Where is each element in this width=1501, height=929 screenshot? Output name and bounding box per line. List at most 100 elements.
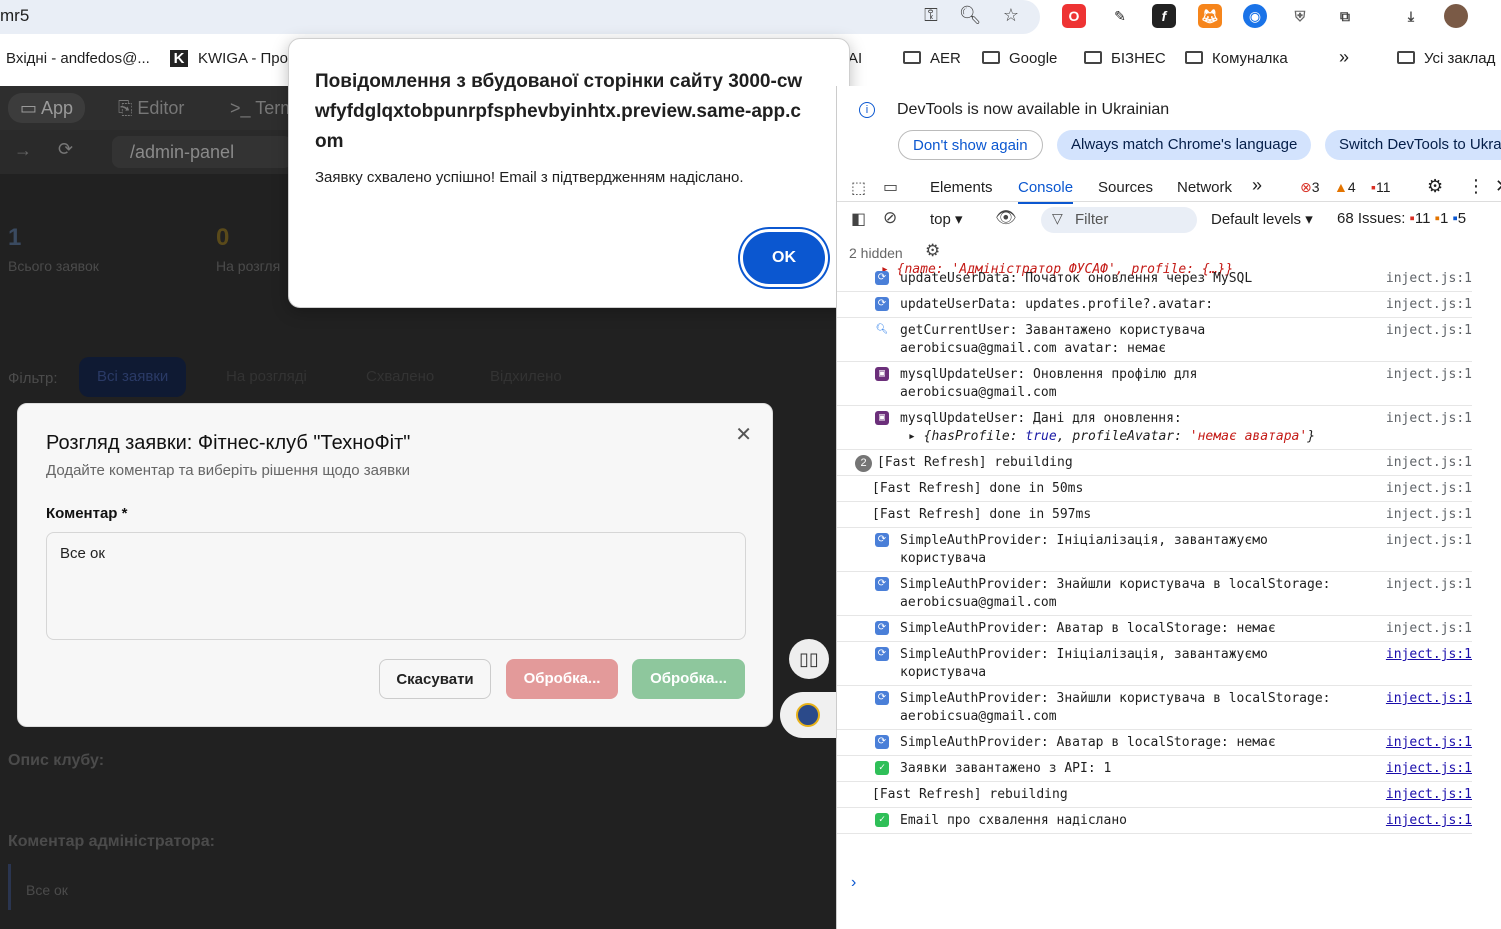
console-toolbar: ◧ ⊘ top ▾ 👁︎ Filter ▽ Default levels ▾ 6… [837, 204, 1501, 234]
sidebar-toggle-icon[interactable]: ◧ [851, 209, 866, 229]
filter-pending[interactable]: На розгляді [208, 357, 325, 397]
shield-ext-icon[interactable]: ⛨ [1288, 4, 1312, 28]
log-source-link[interactable]: inject.js:1 [1386, 646, 1472, 664]
opera-ext-icon[interactable]: O [1062, 4, 1086, 28]
log-source-link[interactable]: inject.js:1 [1386, 690, 1472, 708]
book-icon[interactable]: ▯▯ [789, 639, 829, 679]
reject-button[interactable]: Обробка... [506, 659, 618, 699]
circle-ext-icon[interactable]: ◉ [1243, 4, 1267, 28]
log-text: updateUserData: updates.profile?.avatar: [900, 297, 1214, 312]
close-icon[interactable]: ✕ [735, 422, 752, 447]
issues-count[interactable]: ▪11 [1371, 179, 1391, 195]
console-settings-icon[interactable]: ⚙ [925, 241, 940, 261]
switch-language-button[interactable]: Switch DevTools to Ukra [1325, 130, 1501, 160]
avatar[interactable] [1444, 4, 1468, 28]
log-source-link[interactable]: inject.js:1 [1386, 270, 1472, 288]
approve-button[interactable]: Обробка... [632, 659, 745, 699]
error-icon: ⊗ [1300, 179, 1312, 195]
metamask-ext-icon[interactable]: 🦊︎ [1198, 4, 1222, 28]
match-language-button[interactable]: Always match Chrome's language [1057, 130, 1312, 160]
log-object[interactable]: ▸ {hasProfile: true, profileAvatar: 'нем… [900, 428, 1342, 446]
close-devtools-icon[interactable]: ✕ [1495, 176, 1501, 197]
console-prompt-icon[interactable]: › [851, 874, 856, 892]
info-icon: i [859, 102, 875, 118]
eye-icon[interactable]: 👁︎ [995, 208, 1017, 228]
bookmark-google[interactable]: Google [982, 50, 1057, 67]
bookmark-kwiga[interactable]: K KWIGA - Про [170, 50, 288, 67]
bookmark-all[interactable]: Усі заклад [1397, 50, 1495, 67]
warning-count[interactable]: ▲4 [1334, 179, 1356, 195]
comment-accent [8, 864, 11, 910]
tab-network[interactable]: Network [1177, 179, 1232, 196]
key-icon[interactable]: ⚿ [919, 5, 943, 26]
tab-console[interactable]: Console [1018, 179, 1074, 204]
tab-sources[interactable]: Sources [1098, 179, 1153, 196]
cancel-button[interactable]: Скасувати [379, 659, 491, 699]
context-select[interactable]: top ▾ [930, 210, 963, 228]
tab-app[interactable]: ▭ App [8, 93, 86, 123]
more-tabs-icon[interactable]: » [1252, 175, 1262, 196]
log-source-link[interactable]: inject.js:1 [1386, 576, 1472, 594]
bookmark-aer[interactable]: AER [903, 50, 961, 67]
log-source-link[interactable]: inject.js:1 [1386, 734, 1472, 752]
log-source-link[interactable]: inject.js:1 [1386, 812, 1472, 830]
log-text: mysqlUpdateUser: Дані для оновлення: [900, 411, 1182, 426]
console-filter-input[interactable]: Filter [1041, 207, 1197, 233]
bookmark-utilities[interactable]: Комуналка [1185, 50, 1288, 67]
levels-select[interactable]: Default levels ▾ [1211, 210, 1313, 228]
side-widget[interactable] [780, 692, 836, 738]
device-icon[interactable]: ▭ [883, 177, 898, 197]
tab-elements[interactable]: Elements [930, 179, 993, 196]
stat-pending-label: На розгля [216, 258, 281, 274]
puzzle-ext-icon[interactable]: ⧉ [1333, 4, 1357, 28]
bookmark-inbox[interactable]: Вхідні - andfedos@... [6, 50, 150, 67]
filter-approved[interactable]: Схвалено [348, 357, 452, 397]
banner-text: DevTools is now available in Ukrainian [897, 101, 1170, 118]
log-row: ⟳ SimpleAuthProvider: Знайшли користувача… [837, 572, 1472, 616]
bookmark-business[interactable]: БІЗНЕС [1084, 50, 1166, 67]
clear-console-icon[interactable]: ⊘ [883, 208, 897, 228]
log-source-link[interactable]: inject.js:1 [1386, 454, 1472, 472]
log-source-link[interactable]: inject.js:1 [1386, 532, 1472, 550]
comment-textarea[interactable]: Все ок [46, 532, 746, 640]
log-source-link[interactable]: inject.js:1 [1386, 366, 1472, 384]
bookmark-ai[interactable]: AI [848, 50, 862, 67]
font-ext-icon[interactable]: f [1152, 4, 1176, 28]
folder-icon [1185, 51, 1203, 64]
log-source-link[interactable]: inject.js:1 [1386, 506, 1472, 524]
star-icon[interactable]: ☆ [999, 5, 1023, 26]
log-source-link[interactable]: inject.js:1 [1386, 786, 1472, 804]
folder-icon [982, 51, 1000, 64]
download-icon[interactable]: ⤓ [1399, 4, 1423, 28]
chevron-right-icon[interactable]: » [1339, 47, 1349, 68]
ok-button[interactable]: OK [743, 232, 825, 284]
globe-icon [796, 703, 820, 727]
issues-summary[interactable]: 68 Issues: ▪11 ▪1 ▪5 [1337, 210, 1466, 227]
app-url-input[interactable]: /admin-panel [112, 136, 292, 168]
log-source-link[interactable]: inject.js:1 [1386, 296, 1472, 314]
address-bar[interactable]: mr5 ⚿ 🔍︎ ☆ [0, 0, 1040, 34]
dont-show-button[interactable]: Don't show again [898, 130, 1043, 160]
log-source-link[interactable]: inject.js:1 [1386, 480, 1472, 498]
search-icon: 🔍︎ [875, 323, 889, 337]
log-row: [Fast Refresh] rebuilding inject.js:1 [837, 782, 1472, 808]
filter-all[interactable]: Всі заявки [79, 357, 187, 397]
inspect-icon[interactable]: ⬚ [851, 178, 866, 198]
log-source-link[interactable]: inject.js:1 [1386, 760, 1472, 778]
zoom-icon[interactable]: 🔍︎ [958, 5, 982, 26]
log-source-link[interactable]: inject.js:1 [1386, 620, 1472, 638]
gear-icon[interactable]: ⚙ [1427, 176, 1443, 197]
error-count[interactable]: ⊗3 [1300, 179, 1320, 196]
eyedropper-ext-icon[interactable]: ✎ [1108, 4, 1132, 28]
kebab-menu-icon[interactable]: ⋮ [1467, 176, 1485, 197]
folder-icon [1397, 51, 1415, 64]
log-source-link[interactable]: inject.js:1 [1386, 322, 1472, 340]
reload-icon[interactable]: ⟳ [58, 139, 73, 160]
log-source-link[interactable]: inject.js:1 [1386, 410, 1472, 428]
filter-icon: ▽ [1052, 210, 1063, 226]
refresh-icon: ⟳ [875, 621, 889, 635]
filter-rejected[interactable]: Відхилено [472, 357, 580, 397]
check-icon: ✓ [875, 761, 889, 775]
forward-icon[interactable]: → [14, 140, 32, 161]
tab-editor[interactable]: ⎘ Editor [106, 93, 196, 123]
